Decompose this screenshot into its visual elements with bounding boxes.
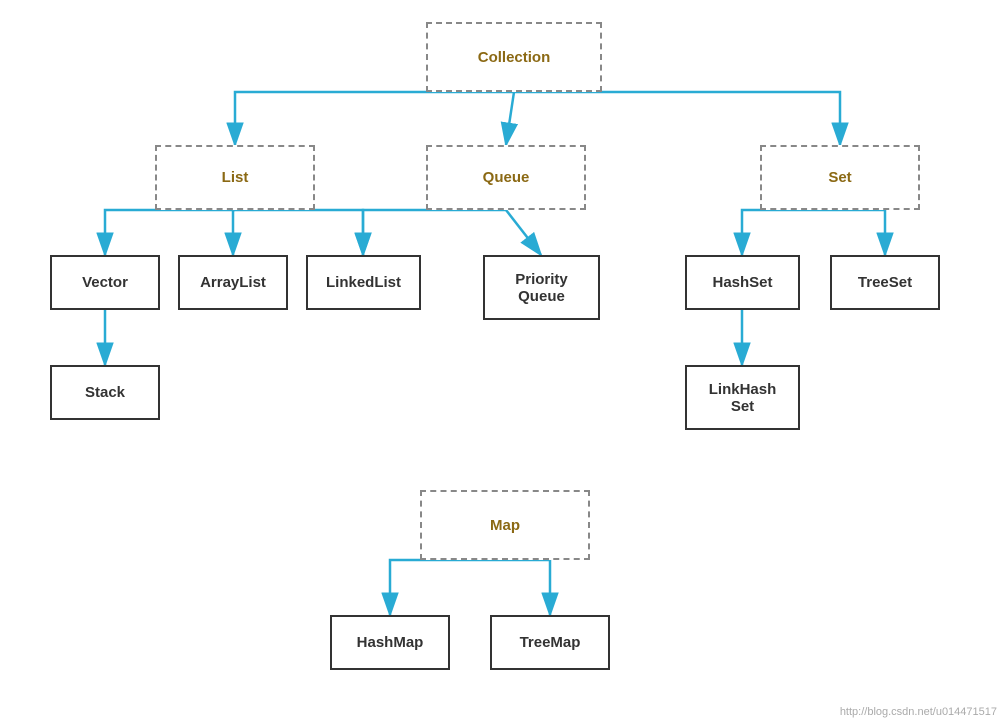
node-set: Set bbox=[760, 145, 920, 210]
node-arraylist: ArrayList bbox=[178, 255, 288, 310]
node-vector: Vector bbox=[50, 255, 160, 310]
node-hashset: HashSet bbox=[685, 255, 800, 310]
node-treemap: TreeMap bbox=[490, 615, 610, 670]
node-list: List bbox=[155, 145, 315, 210]
node-linkedlist: LinkedList bbox=[306, 255, 421, 310]
node-linkhashset: LinkHashSet bbox=[685, 365, 800, 430]
diagram: Collection List Queue Set Vector ArrayLi… bbox=[0, 0, 1007, 728]
node-hashmap: HashMap bbox=[330, 615, 450, 670]
watermark: http://blog.csdn.net/u014471517 bbox=[840, 706, 997, 718]
node-map: Map bbox=[420, 490, 590, 560]
node-stack: Stack bbox=[50, 365, 160, 420]
node-queue: Queue bbox=[426, 145, 586, 210]
node-treeset: TreeSet bbox=[830, 255, 940, 310]
node-priorityqueue: PriorityQueue bbox=[483, 255, 600, 320]
node-collection: Collection bbox=[426, 22, 602, 92]
